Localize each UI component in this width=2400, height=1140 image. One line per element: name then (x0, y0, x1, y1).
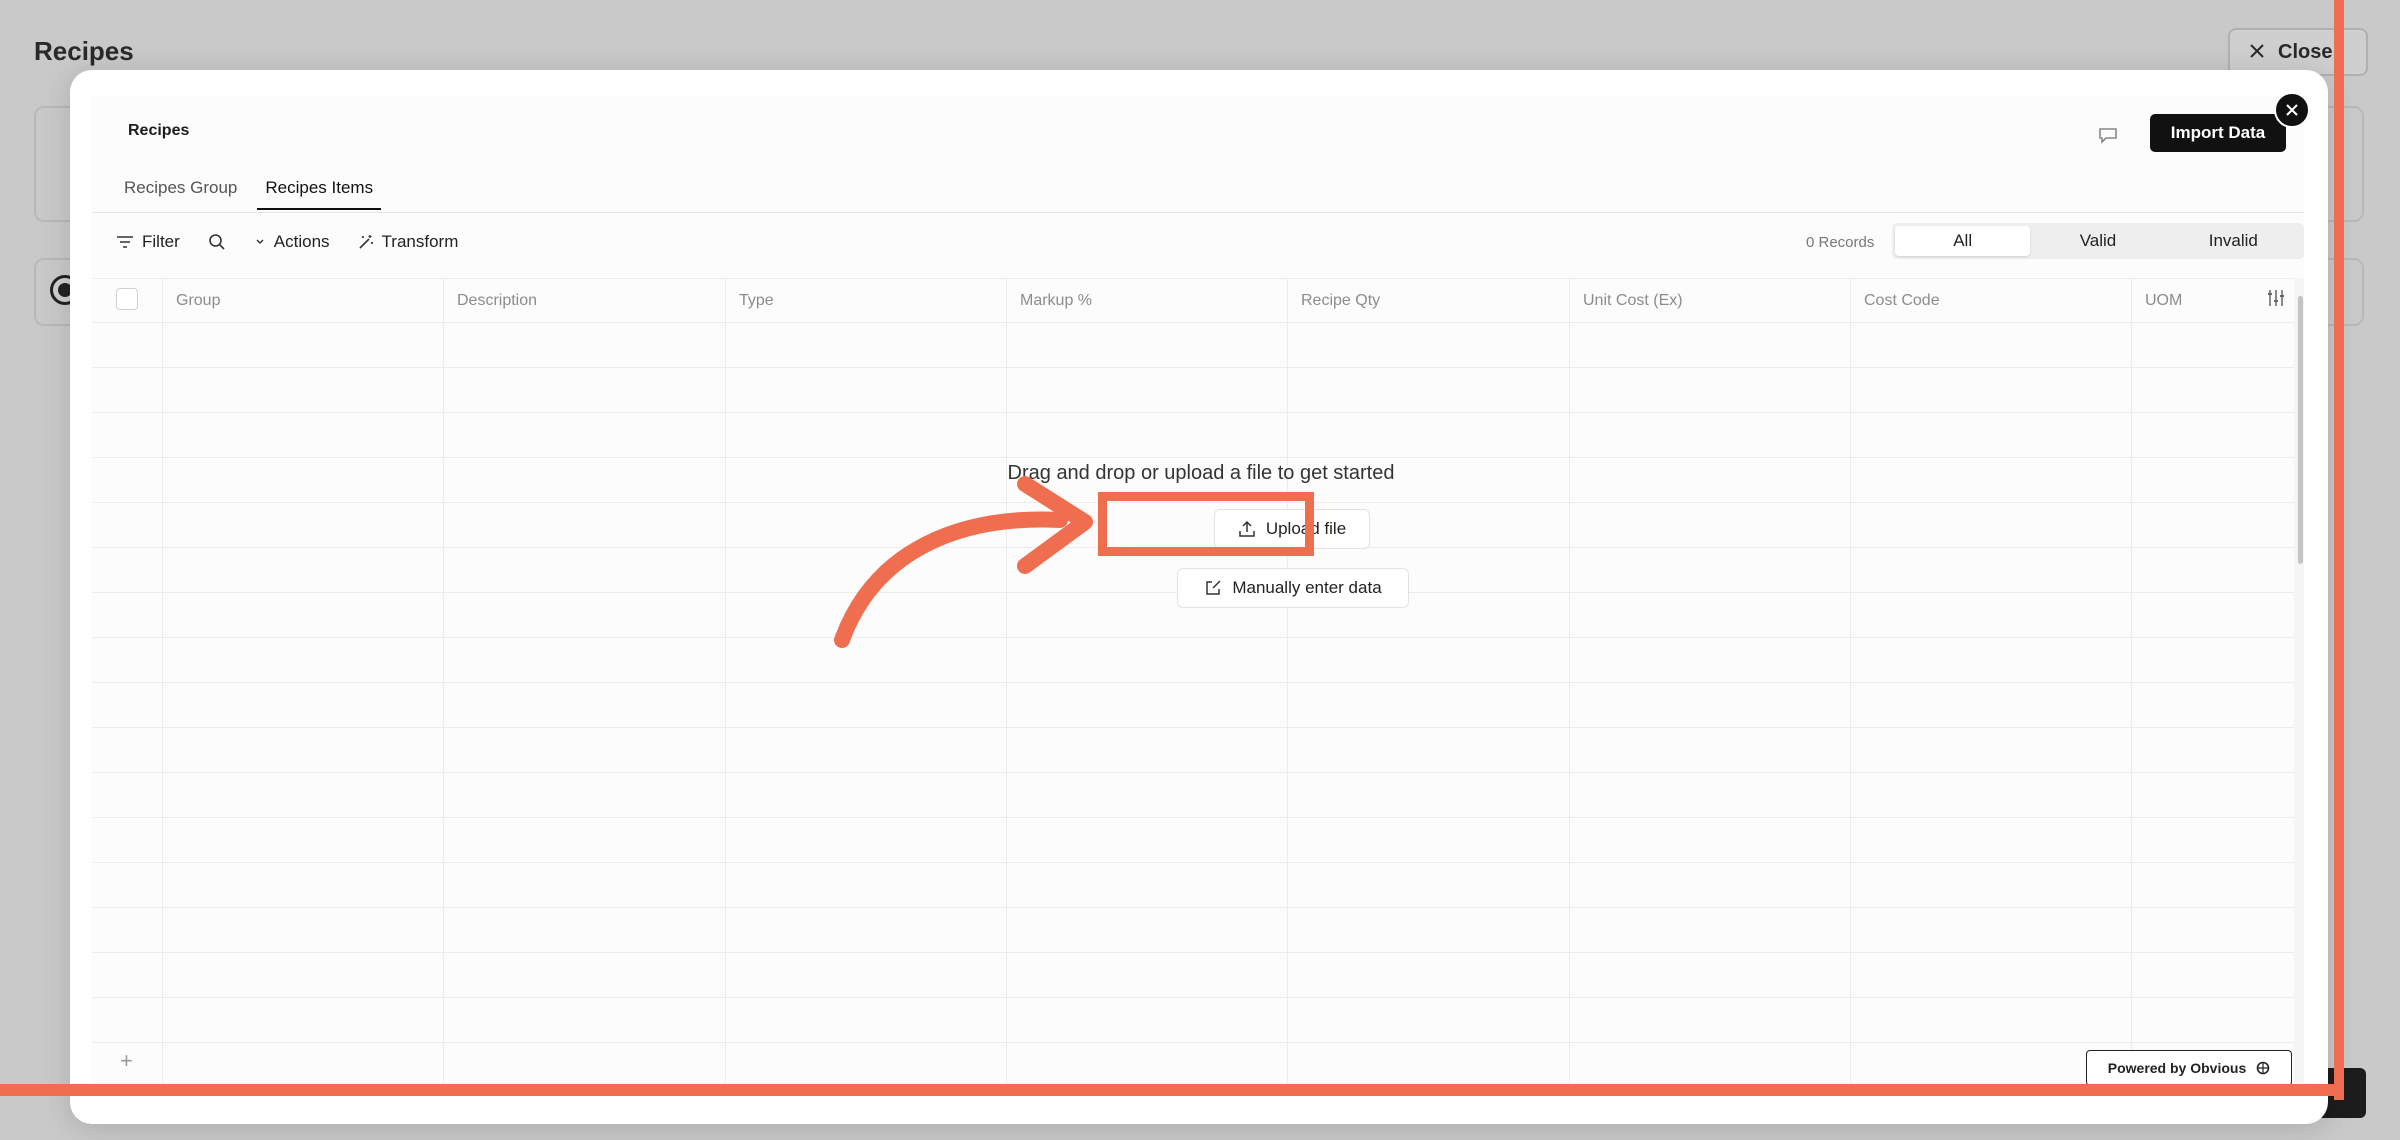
obvious-logo-icon (2256, 1061, 2270, 1075)
grid-line (92, 682, 2294, 683)
importer-panel: Recipes Import Data Recipes Group Recipe… (92, 96, 2304, 1086)
add-row-button[interactable]: + (120, 1048, 133, 1074)
tab-recipes-items[interactable]: Recipes Items (257, 172, 382, 210)
grid-line (162, 278, 163, 1086)
grid-line (92, 862, 2294, 863)
grid-line (725, 278, 726, 1086)
annotation-border (0, 1084, 2344, 1096)
manual-entry-button[interactable]: Manually enter data (1177, 568, 1409, 608)
column-header-type[interactable]: Type (739, 292, 774, 310)
close-icon (2286, 104, 2298, 116)
grid-line (443, 278, 444, 1086)
divider (92, 212, 2304, 213)
search-button[interactable] (208, 233, 226, 251)
column-settings-icon[interactable] (2266, 288, 2288, 310)
grid-line (92, 772, 2294, 773)
tab-bar: Recipes Group Recipes Items (116, 172, 393, 210)
tab-recipes-group[interactable]: Recipes Group (116, 172, 245, 210)
chevron-down-icon (256, 239, 264, 244)
empty-state-message: Drag and drop or upload a file to get st… (1007, 462, 1395, 484)
segment-all[interactable]: All (1895, 226, 2031, 256)
annotation-border (2334, 0, 2344, 1100)
column-header-cost-code[interactable]: Cost Code (1864, 292, 1940, 310)
transform-button[interactable]: Transform (358, 232, 459, 252)
actions-label: Actions (273, 232, 330, 251)
importer-title: Recipes (128, 122, 190, 139)
grid-line (92, 278, 2294, 279)
modal-close-button[interactable] (2274, 92, 2310, 128)
grid-line (1287, 278, 1288, 1086)
grid-line (1569, 278, 1570, 1086)
manual-entry-label: Manually enter data (1232, 578, 1382, 597)
column-header-markup[interactable]: Markup % (1020, 292, 1092, 310)
edit-icon (1206, 580, 1221, 595)
magic-wand-icon (358, 235, 373, 249)
segment-invalid[interactable]: Invalid (2166, 226, 2301, 256)
column-header-description[interactable]: Description (457, 292, 537, 310)
filter-button[interactable]: Filter (116, 232, 180, 252)
scrollbar-thumb[interactable] (2298, 296, 2303, 564)
toolbar: Filter Actions Transform (116, 222, 486, 262)
grid-line (92, 727, 2294, 728)
transform-label: Transform (381, 232, 459, 251)
grid-line (92, 907, 2294, 908)
grid-line (2131, 278, 2132, 1086)
filter-label: Filter (142, 232, 180, 251)
select-all-checkbox[interactable] (116, 288, 138, 310)
search-icon (208, 234, 225, 250)
page-title: Recipes (34, 36, 134, 66)
column-header-uom[interactable]: UOM (2145, 292, 2182, 310)
close-button[interactable]: Close (2228, 28, 2368, 76)
import-data-button[interactable]: Import Data (2150, 114, 2286, 152)
grid-line (92, 1042, 2294, 1043)
powered-by-badge[interactable]: Powered by Obvious (2086, 1050, 2292, 1086)
pointer-arrow (834, 476, 1093, 648)
powered-by-label: Powered by Obvious (2107, 1060, 2247, 1076)
grid-line (92, 322, 2294, 323)
column-header-group[interactable]: Group (176, 292, 220, 310)
close-icon (2250, 41, 2264, 64)
chat-icon[interactable] (2094, 122, 2122, 148)
filter-icon (117, 236, 133, 248)
grid-line (92, 637, 2294, 638)
grid-line (1006, 278, 1007, 1086)
grid-line (92, 457, 2294, 458)
grid-line (92, 997, 2294, 998)
grid-line (92, 412, 2294, 413)
actions-button[interactable]: Actions (254, 232, 330, 252)
grid-line (92, 952, 2294, 953)
highlight-box (1098, 492, 1314, 556)
segment-valid[interactable]: Valid (2030, 226, 2165, 256)
grid-line (92, 817, 2294, 818)
records-count: 0 Records (1806, 234, 1875, 251)
grid-line (1850, 278, 1851, 1086)
close-label: Close (2278, 40, 2333, 63)
column-header-recipe-qty[interactable]: Recipe Qty (1301, 292, 1380, 310)
grid-line (92, 367, 2294, 368)
column-header-unit-cost[interactable]: Unit Cost (Ex) (1583, 292, 1683, 310)
data-grid: Group Description Type Markup % Recipe Q… (92, 278, 2294, 1086)
record-filter-segmented: All Valid Invalid (1892, 223, 2304, 259)
